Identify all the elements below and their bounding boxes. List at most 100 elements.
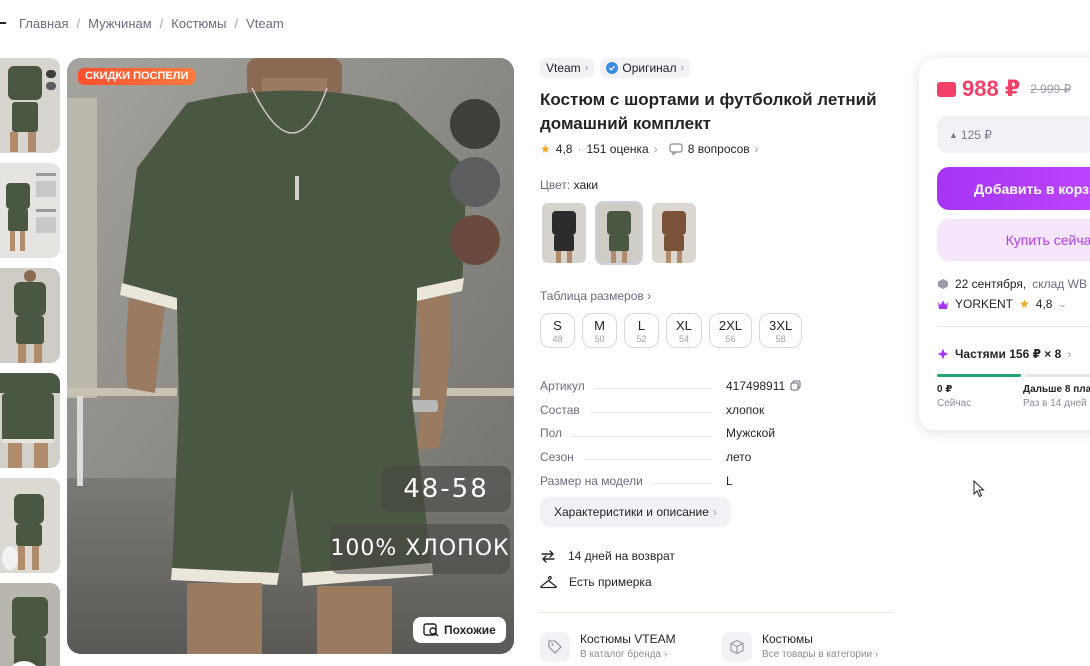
variant-black[interactable] xyxy=(540,201,588,265)
size-table-link[interactable]: Таблица размеров › xyxy=(540,289,651,303)
plan-later-amount: Дальше 8 платежей xyxy=(1023,384,1090,395)
fitting-info: Есть примерка xyxy=(540,575,652,589)
category-link[interactable]: Костюмы Все товары в категории › xyxy=(722,632,878,662)
copy-icon[interactable] xyxy=(790,380,801,391)
original-label: Оригинал xyxy=(622,61,677,75)
main-product-photo[interactable]: СКИДКИ ПОСПЕЛИ 48-58 100% ХЛОПОК Похожие xyxy=(67,58,514,654)
spec-value: Мужской xyxy=(726,426,776,441)
thumbnail-4[interactable] xyxy=(0,373,60,468)
installments-text: Частями 156 ₽ × 8 xyxy=(955,347,1062,361)
plan-now: 0 ₽ Сейчас xyxy=(937,384,971,409)
brand-catalog-link[interactable]: Костюмы VTEAM В каталог бренда › xyxy=(540,632,676,662)
size-option-m[interactable]: M 50 xyxy=(582,313,617,348)
brand-name: Vteam xyxy=(546,61,581,75)
progress-segment-now xyxy=(937,374,1021,377)
section-divider xyxy=(540,612,892,613)
size-label: S xyxy=(553,317,562,333)
color-label: Цвет: хаки xyxy=(540,178,598,192)
chevron-right-icon: › xyxy=(647,289,652,303)
thumbnail-6[interactable] xyxy=(0,583,60,666)
size-option-s[interactable]: S 48 xyxy=(540,313,575,348)
box-icon xyxy=(722,632,752,662)
breadcrumb-suits[interactable]: Костюмы xyxy=(171,16,226,31)
original-tag[interactable]: Оригинал › xyxy=(600,58,691,78)
chevron-right-icon: › xyxy=(680,62,685,74)
rating-value: 4,8 xyxy=(555,142,573,156)
variant-khaki[interactable] xyxy=(595,201,643,265)
spec-key: Размер на модели xyxy=(540,473,643,488)
dotted-leader xyxy=(583,459,712,461)
dotted-leader xyxy=(652,483,712,485)
return-policy-text: 14 дней на возврат xyxy=(568,549,675,563)
swatch-gray[interactable] xyxy=(450,157,500,207)
plan-now-amount: 0 ₽ xyxy=(937,384,953,395)
size-option-3xl[interactable]: 3XL 58 xyxy=(759,313,803,348)
dotted-leader xyxy=(589,412,712,414)
breadcrumb-home[interactable]: Главная xyxy=(19,16,68,31)
cashback-row[interactable]: ▲ 125 ₽ xyxy=(937,116,1090,153)
size-label: XL xyxy=(676,317,692,333)
spec-key: Пол xyxy=(540,426,563,441)
installment-progress xyxy=(937,374,1090,377)
spec-row: Пол Мужской xyxy=(540,421,895,445)
thumbnail-1[interactable] xyxy=(0,58,60,153)
breadcrumb-men[interactable]: Мужчинам xyxy=(88,16,152,31)
mouse-cursor-icon xyxy=(973,480,985,498)
swatch-brown[interactable] xyxy=(450,215,500,265)
thumbnail-3[interactable] xyxy=(0,268,60,363)
breadcrumb-separator: / xyxy=(234,15,239,31)
category-subtitle: Все товары в категории › xyxy=(762,649,879,660)
size-label: M xyxy=(594,317,605,333)
back-dash-icon[interactable] xyxy=(0,22,6,24)
seller-name: YORKENT xyxy=(955,297,1014,311)
spec-key: Артикул xyxy=(540,378,585,393)
spec-value: лето xyxy=(726,449,752,464)
brand-tag[interactable]: Vteam › xyxy=(540,58,595,78)
seller-info[interactable]: YORKENT ★ 4,8 ⌄ xyxy=(937,297,1067,311)
hanger-icon xyxy=(540,575,557,589)
tag-icon xyxy=(540,632,570,662)
spec-key: Состав xyxy=(540,402,580,417)
similar-button[interactable]: Похожие xyxy=(413,617,506,643)
installments-row[interactable]: Частями 156 ₽ × 8 › xyxy=(937,347,1071,361)
characteristics-button[interactable]: Характеристики и описание › xyxy=(540,497,731,527)
brand-catalog-title: Костюмы VTEAM xyxy=(580,632,676,646)
breadcrumb-brand[interactable]: Vteam xyxy=(246,16,284,31)
dotted-leader xyxy=(572,435,712,437)
price-card: 988 ₽ 2 999 ₽ ▲ 125 ₽ Добавить в корзину… xyxy=(919,58,1090,430)
thumbnail-2[interactable] xyxy=(0,163,60,258)
color-variants xyxy=(540,201,698,265)
brand-catalog-subtitle: В каталог бренда › xyxy=(580,649,668,660)
size-ru: 54 xyxy=(678,333,689,344)
product-tags: Vteam › Оригинал › xyxy=(540,58,895,78)
installments-icon xyxy=(937,348,949,360)
questions-link[interactable]: 8 вопросов xyxy=(688,142,750,156)
overlay-material: 100% ХЛОПОК xyxy=(330,524,510,574)
fitting-text: Есть примерка xyxy=(569,575,652,589)
swatch-dark-gray[interactable] xyxy=(450,99,500,149)
old-price: 2 999 ₽ xyxy=(1030,82,1072,96)
thumbnail-5[interactable] xyxy=(0,478,60,573)
plan-later: Дальше 8 платежей Раз в 14 дней xyxy=(1023,384,1090,409)
size-ru: 56 xyxy=(725,333,736,344)
questions-icon xyxy=(669,143,683,155)
size-option-2xl[interactable]: 2XL 56 xyxy=(708,313,753,348)
add-to-cart-button[interactable]: Добавить в корзину xyxy=(937,167,1090,210)
delivery-date: 22 сентября, xyxy=(955,277,1027,291)
seller-rating: 4,8 xyxy=(1035,297,1053,311)
size-option-l[interactable]: L 52 xyxy=(624,313,659,348)
crown-icon xyxy=(938,300,948,309)
spec-key: Сезон xyxy=(540,449,574,464)
characteristics-label: Характеристики и описание xyxy=(554,505,709,519)
price-row: 988 ₽ 2 999 ₽ xyxy=(937,76,1071,102)
reviews-link[interactable]: 151 оценка xyxy=(586,142,648,156)
star-icon: ★ xyxy=(1019,297,1030,311)
variant-brown[interactable] xyxy=(650,201,698,265)
category-title: Костюмы xyxy=(762,632,813,646)
size-label: L xyxy=(637,317,646,333)
size-option-xl[interactable]: XL 54 xyxy=(666,313,702,348)
buy-now-button[interactable]: Купить сейчас xyxy=(937,219,1090,261)
rating-row: ★ 4,8 · 151 оценка › 8 вопросов › xyxy=(540,142,895,156)
plan-now-when: Сейчас xyxy=(937,398,972,409)
verified-check-icon xyxy=(606,62,619,74)
